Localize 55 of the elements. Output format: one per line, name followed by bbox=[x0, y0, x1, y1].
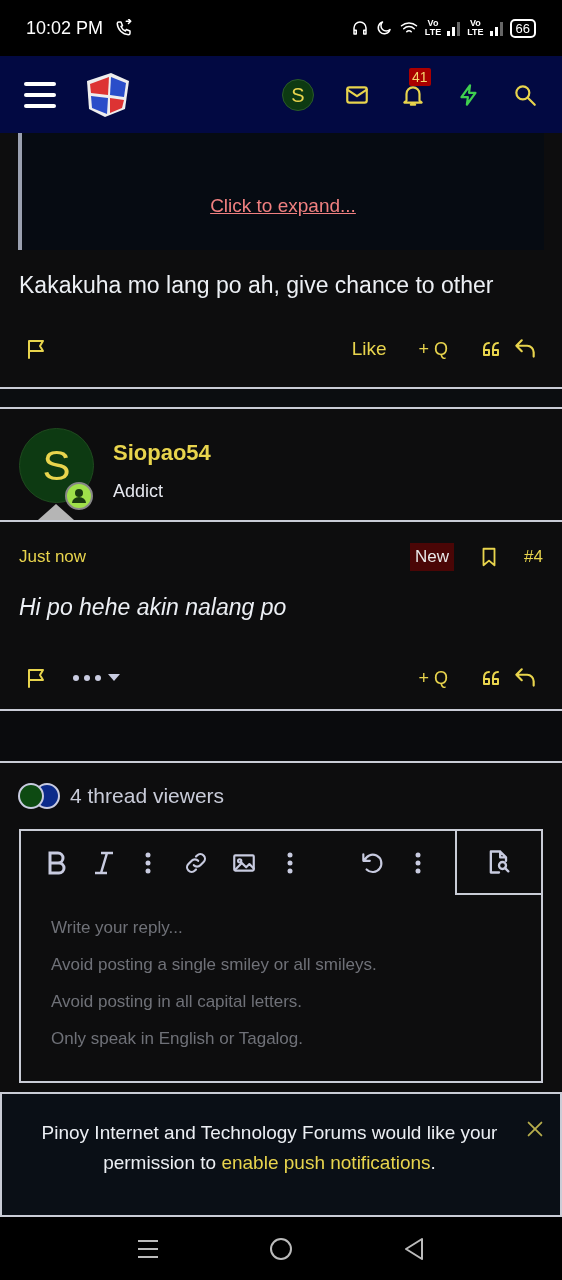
vertical-ellipsis-icon bbox=[415, 852, 421, 874]
user-avatar[interactable]: S bbox=[19, 428, 94, 503]
preview-button[interactable] bbox=[455, 831, 541, 895]
account-avatar[interactable]: S bbox=[282, 78, 314, 111]
clock: 10:02 PM bbox=[26, 16, 104, 40]
editor-placeholder: Avoid posting a single smiley or all smileys. bbox=[51, 954, 378, 976]
thread-viewers-count[interactable]: 4 thread viewers bbox=[70, 780, 225, 812]
ellipsis-icon bbox=[72, 674, 102, 682]
viewer-avatars-icon bbox=[16, 782, 62, 810]
home-icon[interactable] bbox=[269, 1236, 293, 1261]
multiquote-button[interactable]: + Q bbox=[418, 664, 448, 692]
post-number[interactable]: #4 bbox=[524, 544, 543, 570]
like-button[interactable]: Like bbox=[351, 334, 387, 364]
undo-button[interactable] bbox=[359, 850, 385, 876]
reply-editor[interactable]: Write your reply... Avoid posting a single smiley or all smileys. Avoid posting in all capital letters. Only speak in English or Tagalog. bbox=[19, 829, 543, 1083]
editor-placeholder: Only speak in English or Tagalog. bbox=[51, 1028, 304, 1050]
vertical-ellipsis-icon bbox=[287, 852, 293, 874]
recent-apps-icon[interactable] bbox=[137, 1238, 159, 1259]
editor-placeholder: Write your reply... bbox=[51, 917, 184, 939]
signal-icon bbox=[489, 20, 504, 36]
network-label: Vo bbox=[427, 19, 439, 28]
battery-indicator: 66 bbox=[509, 18, 536, 38]
call-forward-icon bbox=[115, 19, 134, 37]
permission-message: Pinoy Internet and Technology Forums would like your permission to enable push notifications. bbox=[40, 1121, 499, 1175]
pointer-arrow bbox=[38, 504, 74, 520]
undo-icon bbox=[359, 850, 385, 876]
signal-icon bbox=[447, 20, 462, 36]
post-text: Hi po hehe akin nalang po bbox=[18, 593, 288, 622]
network-label: LTE bbox=[467, 28, 484, 37]
vertical-ellipsis-icon bbox=[145, 852, 151, 874]
link-button[interactable] bbox=[183, 850, 209, 876]
user-title: Addict bbox=[113, 480, 165, 503]
headphones-icon bbox=[350, 19, 369, 37]
menu-button[interactable] bbox=[24, 81, 56, 108]
post-time[interactable]: Just now bbox=[19, 544, 87, 570]
back-icon[interactable] bbox=[403, 1236, 425, 1261]
more-options-button[interactable] bbox=[72, 674, 120, 682]
enable-push-link[interactable]: enable push notifications bbox=[221, 1152, 431, 1173]
expand-link[interactable]: Click to expand... bbox=[210, 191, 356, 220]
italic-button[interactable] bbox=[93, 850, 115, 876]
new-badge: New bbox=[410, 543, 455, 571]
username-link[interactable]: Siopao54 bbox=[113, 436, 211, 469]
online-status-icon bbox=[65, 482, 93, 510]
italic-icon bbox=[93, 850, 115, 876]
caret-icon bbox=[108, 674, 120, 682]
multiquote-button[interactable]: + Q bbox=[418, 335, 448, 363]
alerts-badge: 41 bbox=[409, 67, 431, 86]
network-label: Vo bbox=[469, 19, 481, 28]
more-options-button[interactable] bbox=[145, 852, 151, 874]
more-options-button[interactable] bbox=[287, 852, 293, 874]
post-text: Kakakuha mo lang po ah, give chance to other bbox=[18, 271, 495, 300]
more-options-button[interactable] bbox=[415, 852, 421, 874]
network-label: LTE bbox=[424, 28, 442, 37]
link-icon bbox=[183, 850, 209, 876]
editor-placeholder: Avoid posting in all capital letters. bbox=[51, 991, 304, 1013]
